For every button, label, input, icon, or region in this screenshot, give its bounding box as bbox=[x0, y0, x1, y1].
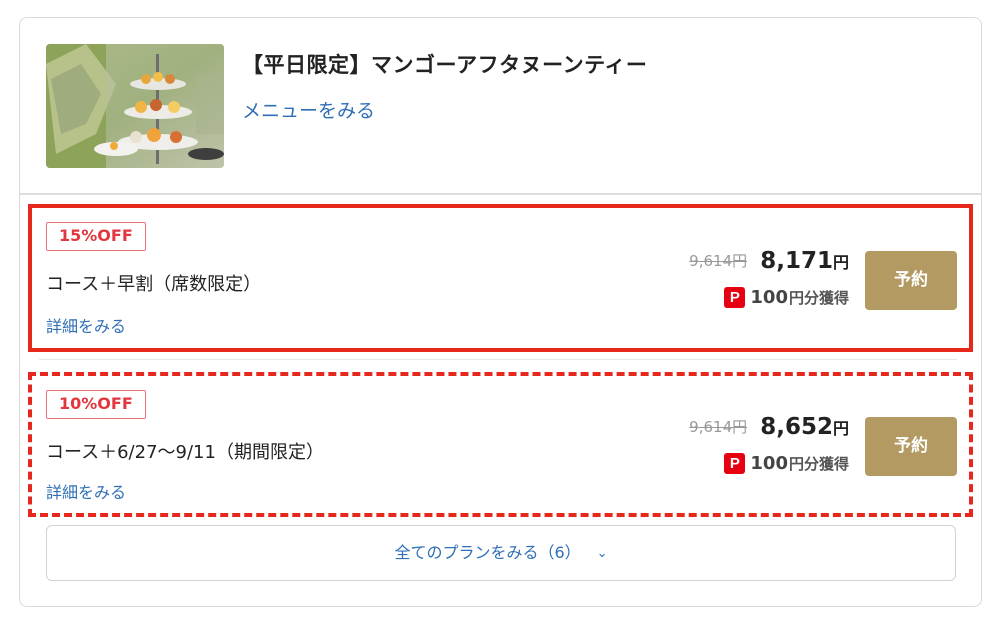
plan-divider bbox=[39, 359, 957, 360]
chevron-down-icon: ⌄ bbox=[596, 546, 608, 561]
points-label: 円分獲得 bbox=[788, 455, 849, 473]
original-price: 9,614円 bbox=[689, 252, 748, 270]
plan-name: コース＋6/27〜9/11（期間限定） bbox=[46, 442, 324, 463]
discount-badge: 10%OFF bbox=[46, 390, 146, 419]
points-label: 円分獲得 bbox=[788, 289, 849, 307]
discount-badge: 15%OFF bbox=[46, 222, 146, 251]
points-row: P 100 円分獲得 bbox=[724, 287, 849, 308]
points-row: P 100 円分獲得 bbox=[724, 453, 849, 474]
plan-item-limited-period: 10%OFF コース＋6/27〜9/11（期間限定） 詳細をみる 9,614円 … bbox=[28, 372, 973, 517]
paypay-icon: P bbox=[724, 453, 746, 474]
plan-detail-link[interactable]: 詳細をみる bbox=[46, 479, 126, 503]
reserve-button[interactable]: 予約 bbox=[865, 251, 957, 310]
view-all-plans-label: 全てのプランをみる（6） bbox=[394, 543, 581, 562]
original-price: 9,614円 bbox=[689, 418, 748, 436]
plan-item-early-discount: 15%OFF コース＋早割（席数限定） 詳細をみる 9,614円 8,171円 … bbox=[28, 204, 973, 352]
view-all-plans-button[interactable]: 全てのプランをみる（6） ⌄ bbox=[46, 525, 956, 581]
points-value: 100 bbox=[750, 453, 788, 474]
points-value: 100 bbox=[750, 287, 788, 308]
price-unit: 円 bbox=[832, 419, 849, 438]
discounted-price: 8,652 bbox=[760, 414, 833, 440]
discounted-price: 8,171 bbox=[760, 248, 833, 274]
price-row: 9,614円 8,171円 bbox=[689, 248, 849, 274]
paypay-icon: P bbox=[724, 287, 746, 308]
header-divider bbox=[20, 193, 981, 195]
course-title: 【平日限定】マンゴーアフタヌーンティー bbox=[242, 53, 648, 77]
course-photo[interactable] bbox=[46, 44, 224, 168]
plan-name: コース＋早割（席数限定） bbox=[46, 274, 262, 295]
plan-card: 【平日限定】マンゴーアフタヌーンティー メニューをみる 15%OFF コース＋早… bbox=[19, 17, 982, 607]
price-unit: 円 bbox=[832, 253, 849, 272]
course-header: 【平日限定】マンゴーアフタヌーンティー メニューをみる bbox=[20, 18, 981, 194]
plan-detail-link[interactable]: 詳細をみる bbox=[46, 313, 126, 337]
view-menu-link[interactable]: メニューをみる bbox=[242, 96, 375, 123]
afternoon-tea-image bbox=[46, 44, 224, 168]
reserve-button[interactable]: 予約 bbox=[865, 417, 957, 476]
price-row: 9,614円 8,652円 bbox=[689, 414, 849, 440]
